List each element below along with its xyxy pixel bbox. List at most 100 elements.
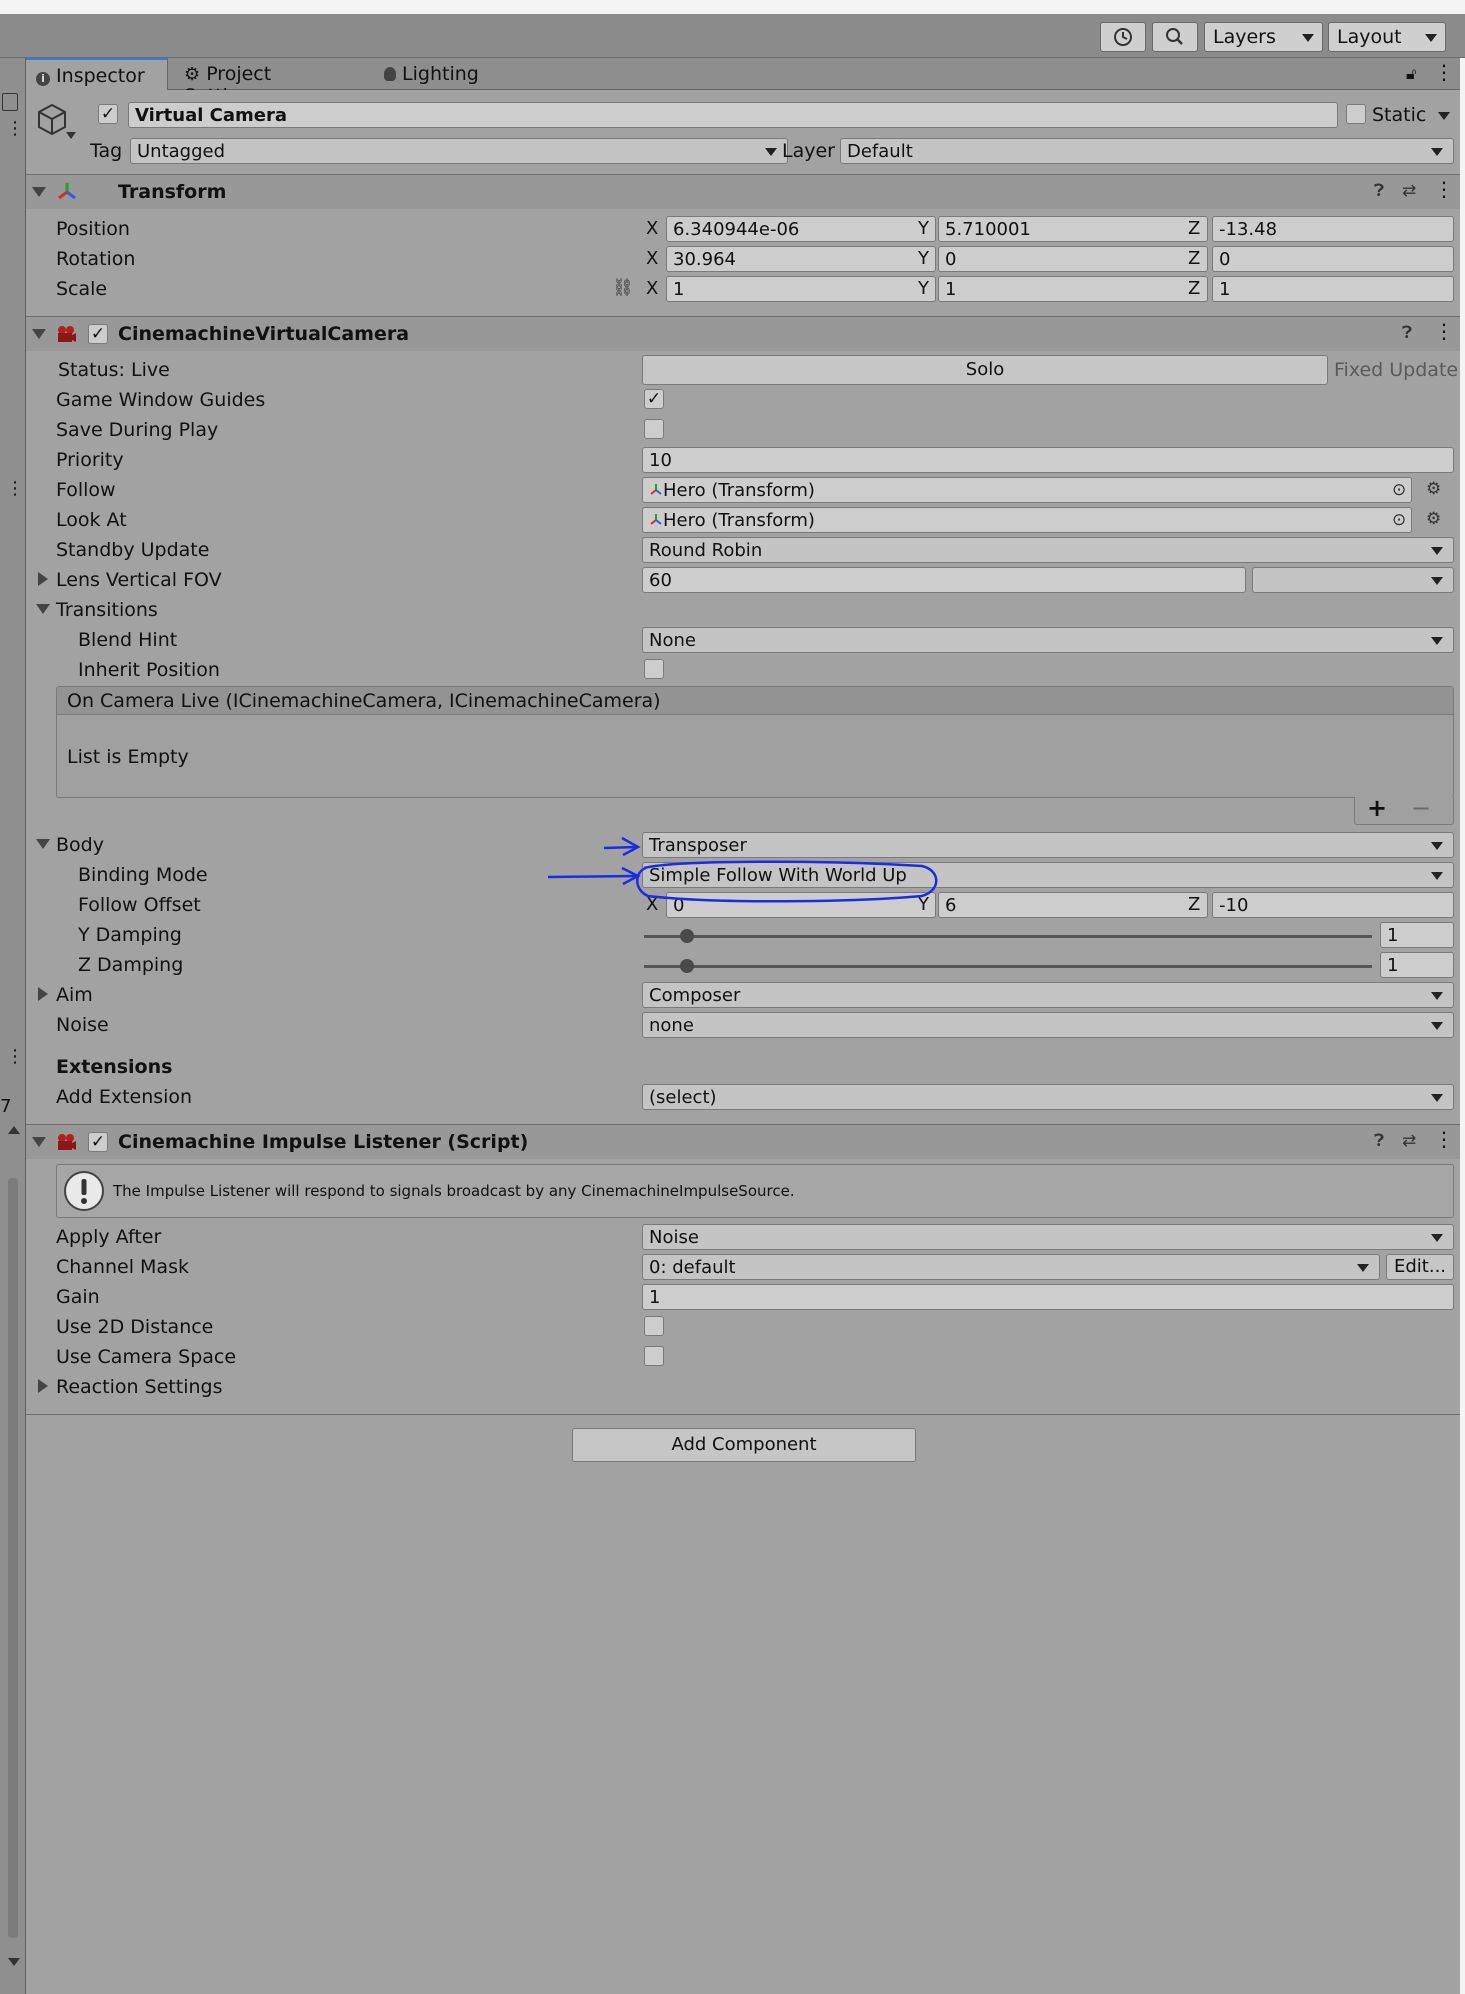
scrollbar-thumb[interactable] bbox=[8, 1178, 18, 1938]
impulse-enabled-checkbox[interactable]: ✓ bbox=[88, 1132, 108, 1152]
z-damping-field[interactable]: 1 bbox=[1380, 952, 1454, 978]
add-icon[interactable]: + bbox=[1367, 794, 1387, 822]
object-name-field[interactable]: Virtual Camera bbox=[128, 102, 1338, 128]
fold-down-icon[interactable] bbox=[32, 329, 46, 339]
position-x-field[interactable]: 6.340944e-06 bbox=[666, 216, 936, 242]
preset-icon[interactable]: ⇄ bbox=[1402, 1131, 1416, 1151]
edit-button[interactable]: Edit... bbox=[1386, 1254, 1454, 1280]
follow-offset-z-field[interactable]: -10 bbox=[1212, 892, 1454, 918]
more-icon[interactable]: ⋮ bbox=[1434, 62, 1454, 82]
layout-dropdown[interactable]: Layout bbox=[1328, 22, 1446, 52]
chevron-down-icon bbox=[1431, 547, 1443, 555]
apply-after-dropdown[interactable]: Noise bbox=[642, 1224, 1454, 1250]
game-window-guides-checkbox[interactable]: ✓ bbox=[644, 389, 664, 409]
follow-offset-y-field[interactable]: 6 bbox=[938, 892, 1208, 918]
history-button[interactable] bbox=[1100, 22, 1146, 52]
axis-z-label: Z bbox=[1188, 278, 1201, 299]
help-icon[interactable]: ❓︎ bbox=[1402, 323, 1412, 343]
fold-right-icon[interactable] bbox=[38, 1379, 48, 1393]
chevron-down-icon bbox=[1357, 1264, 1369, 1272]
more-icon[interactable]: ⋮ bbox=[6, 120, 24, 138]
noise-dropdown[interactable]: none bbox=[642, 1012, 1454, 1038]
z-damping-label: Z Damping bbox=[78, 954, 184, 976]
priority-field[interactable]: 10 bbox=[642, 447, 1454, 473]
gear-icon[interactable]: ⚙ bbox=[1426, 479, 1441, 499]
more-icon[interactable]: ⋮ bbox=[1434, 179, 1454, 199]
rotation-z-field[interactable]: 0 bbox=[1212, 246, 1454, 272]
z-damping-slider[interactable] bbox=[644, 965, 1372, 968]
solo-button[interactable]: Solo bbox=[642, 355, 1328, 385]
static-dropdown-icon[interactable] bbox=[1438, 112, 1450, 120]
transform-icon bbox=[650, 514, 662, 525]
help-icon[interactable]: ❓︎ bbox=[1374, 181, 1384, 201]
lens-preset-dropdown[interactable] bbox=[1252, 567, 1454, 593]
fold-down-icon[interactable] bbox=[36, 839, 50, 849]
gear-icon[interactable]: ⚙ bbox=[1426, 509, 1441, 529]
layer-dropdown[interactable]: Default bbox=[840, 138, 1454, 164]
more-icon[interactable]: ⋮ bbox=[1434, 321, 1454, 341]
standby-update-dropdown[interactable]: Round Robin bbox=[642, 537, 1454, 563]
channel-mask-dropdown[interactable]: 0: default bbox=[642, 1254, 1380, 1280]
object-picker-icon[interactable]: ⊙ bbox=[1392, 480, 1406, 500]
position-y-field[interactable]: 5.710001 bbox=[938, 216, 1208, 242]
layers-dropdown[interactable]: Layers bbox=[1204, 22, 1323, 52]
use-camera-space-checkbox[interactable] bbox=[644, 1346, 664, 1366]
scale-x-field[interactable]: 1 bbox=[666, 276, 936, 302]
look-at-field[interactable]: Hero (Transform) bbox=[642, 507, 1412, 533]
inherit-position-checkbox[interactable] bbox=[644, 659, 664, 679]
icon-dropdown-arrow[interactable] bbox=[66, 132, 76, 139]
position-z-field[interactable]: -13.48 bbox=[1212, 216, 1454, 242]
more-icon[interactable]: ⋮ bbox=[6, 1048, 24, 1066]
remove-icon[interactable]: − bbox=[1411, 794, 1431, 822]
channel-mask-label: Channel Mask bbox=[56, 1256, 189, 1278]
more-icon[interactable]: ⋮ bbox=[6, 480, 24, 498]
follow-field[interactable]: Hero (Transform) bbox=[642, 477, 1412, 503]
inherit-position-label: Inherit Position bbox=[78, 659, 220, 681]
history-icon bbox=[1114, 28, 1132, 46]
save-during-play-checkbox[interactable] bbox=[644, 419, 664, 439]
lock-icon[interactable]: 🔓︎ bbox=[1406, 64, 1416, 84]
object-picker-icon[interactable]: ⊙ bbox=[1392, 510, 1406, 530]
fold-down-icon[interactable] bbox=[36, 604, 50, 614]
tab-inspector[interactable]: i Inspector bbox=[26, 58, 168, 91]
search-icon bbox=[1166, 28, 1183, 45]
scroll-up-icon[interactable] bbox=[8, 1126, 20, 1134]
object-active-checkbox[interactable]: ✓ bbox=[98, 104, 118, 124]
fold-down-icon[interactable] bbox=[32, 187, 46, 197]
transform-header[interactable]: Transform ❓︎ ⇄ ⋮ bbox=[26, 175, 1460, 209]
fold-down-icon[interactable] bbox=[32, 1137, 46, 1147]
search-button[interactable] bbox=[1152, 22, 1198, 52]
add-extension-dropdown[interactable]: (select) bbox=[642, 1084, 1454, 1110]
tab-project-settings[interactable]: ⚙ Project Settings bbox=[174, 58, 354, 107]
fixed-update-label: Fixed Update bbox=[1334, 359, 1459, 381]
more-icon[interactable]: ⋮ bbox=[1434, 1129, 1454, 1149]
scale-y-field[interactable]: 1 bbox=[938, 276, 1208, 302]
use-2d-distance-checkbox[interactable] bbox=[644, 1316, 664, 1336]
info-box: The Impulse Listener will respond to sig… bbox=[56, 1164, 1454, 1218]
vcam-header[interactable]: ✓ CinemachineVirtualCamera ❓︎ ⋮ bbox=[26, 317, 1460, 351]
gain-field[interactable]: 1 bbox=[642, 1284, 1454, 1310]
tab-lighting[interactable]: Lighting bbox=[374, 58, 494, 90]
rotation-y-field[interactable]: 0 bbox=[938, 246, 1208, 272]
y-damping-field[interactable]: 1 bbox=[1380, 922, 1454, 948]
y-damping-slider-knob[interactable] bbox=[680, 929, 694, 943]
lens-vertical-fov-field[interactable]: 60 bbox=[642, 567, 1246, 593]
aim-dropdown[interactable]: Composer bbox=[642, 982, 1454, 1008]
help-icon[interactable]: ❓︎ bbox=[1374, 1131, 1384, 1151]
fold-right-icon[interactable] bbox=[38, 572, 48, 586]
blend-hint-dropdown[interactable]: None bbox=[642, 627, 1454, 653]
link-icon[interactable]: ⛓ bbox=[612, 278, 634, 298]
scroll-down-icon[interactable] bbox=[8, 1958, 20, 1966]
rotation-x-field[interactable]: 30.964 bbox=[666, 246, 936, 272]
preset-icon[interactable]: ⇄ bbox=[1402, 181, 1416, 201]
window-icon[interactable] bbox=[2, 93, 18, 111]
scale-z-field[interactable]: 1 bbox=[1212, 276, 1454, 302]
tag-dropdown[interactable]: Untagged bbox=[130, 138, 788, 164]
fold-right-icon[interactable] bbox=[38, 987, 48, 1001]
vcam-enabled-checkbox[interactable]: ✓ bbox=[88, 324, 108, 344]
static-checkbox[interactable] bbox=[1346, 104, 1366, 124]
z-damping-slider-knob[interactable] bbox=[680, 959, 694, 973]
add-component-button[interactable]: Add Component bbox=[572, 1428, 916, 1462]
impulse-listener-header[interactable]: ✓ Cinemachine Impulse Listener (Script) … bbox=[26, 1125, 1460, 1159]
y-damping-slider[interactable] bbox=[644, 935, 1372, 938]
